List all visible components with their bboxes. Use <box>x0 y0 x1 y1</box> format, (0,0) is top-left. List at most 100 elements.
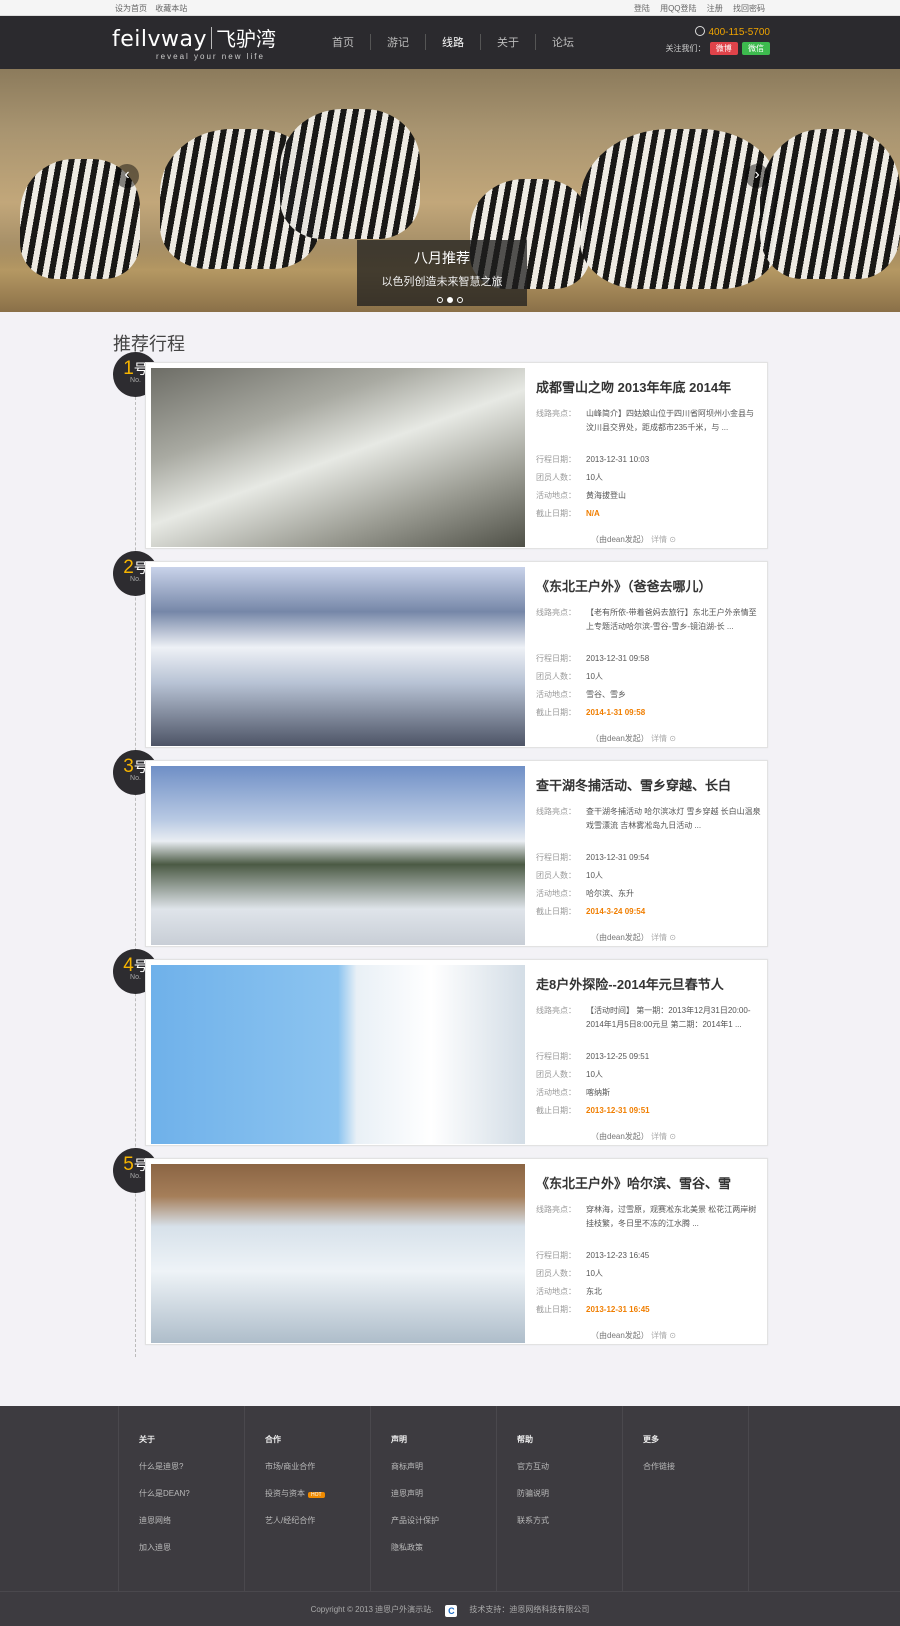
place-label: 活动地点： <box>536 690 576 699</box>
login-link[interactable]: 登陆 <box>634 4 650 13</box>
deadline-label: 截止日期： <box>536 907 576 916</box>
trip-highlight: 查干湖冬捕活动 哈尔滨冰灯 雪乡穿越 长白山温泉戏雪漂流 吉林雾凇岛九日活动 .… <box>586 807 761 830</box>
trip-deadline: N/A <box>586 509 600 518</box>
footer-link[interactable]: 艺人/经纪合作 <box>265 1515 370 1526</box>
trip-title[interactable]: 《东北王户外》哈尔滨、雪谷、雪 <box>536 1173 761 1199</box>
footer-link-text[interactable]: 市场/商业合作 <box>265 1462 315 1471</box>
footer-link-text[interactable]: 投资与资本 <box>265 1489 305 1498</box>
phone-icon <box>695 26 706 36</box>
logo-cn: 飞驴湾 <box>216 29 277 51</box>
footer-link-text[interactable]: 什么是迪恩? <box>139 1462 183 1471</box>
banner-dot-active[interactable] <box>447 297 453 303</box>
footer-link-text[interactable]: 加入迪恩 <box>139 1543 171 1552</box>
site-logo[interactable]: feilvway 飞驴湾 reveal your new life <box>112 23 277 61</box>
trip-title[interactable]: 查干湖冬捕活动、雪乡穿越、长白 <box>536 775 761 801</box>
hero-banner[interactable]: ‹ › 八月推荐 以色列创造未来智慧之旅 <box>0 69 900 312</box>
chevron-right-icon: ⊙ <box>669 734 676 743</box>
footer-link[interactable]: 投资与资本 HOT <box>265 1488 370 1499</box>
qq-login-link[interactable]: 用QQ登陆 <box>660 4 696 13</box>
trip-title[interactable]: 走8户外探险--2014年元旦春节人 <box>536 974 761 1000</box>
footer-link-text[interactable]: 防骗说明 <box>517 1489 549 1498</box>
trip-photo[interactable] <box>151 368 525 547</box>
footer-link-text[interactable]: 官方互动 <box>517 1462 549 1471</box>
trip-photo[interactable] <box>151 567 525 746</box>
banner-prev-button[interactable]: ‹ <box>115 164 139 188</box>
banner-dot[interactable] <box>457 297 463 303</box>
footer-link[interactable]: 联系方式 <box>517 1515 622 1526</box>
trip-card[interactable]: 成都雪山之吻 2013年年底 2014年 线路亮点： 山峰简介】四姑娘山位于四川省阿… <box>145 362 768 549</box>
trip-info: 《东北王户外》（爸爸去哪儿） 线路亮点： 【老有所依-带着爸妈去旅行】东北王户外亲情… <box>536 576 761 720</box>
footer-link[interactable]: 加入迪恩 <box>139 1542 244 1553</box>
trip-count-row: 团员人数： 10人 <box>536 471 761 485</box>
footer-link[interactable]: 防骗说明 <box>517 1488 622 1499</box>
weixin-button[interactable]: 微信 <box>742 42 770 55</box>
trip-detail-link[interactable]: 详情 <box>651 535 667 544</box>
trip-detail-link[interactable]: 详情 <box>651 1331 667 1340</box>
trip-highlight-row: 线路亮点： 【老有所依-带着爸妈去旅行】东北王户外亲情至上专题活动哈尔滨-雪谷-雪… <box>536 606 761 648</box>
footer-link[interactable]: 商标声明 <box>391 1461 496 1472</box>
trip-place: 喀纳斯 <box>586 1088 610 1097</box>
trip-highlight-row: 线路亮点： 查干湖冬捕活动 哈尔滨冰灯 雪乡穿越 长白山温泉戏雪漂流 吉林雾凇岛九… <box>536 805 761 847</box>
nav-routes[interactable]: 线路 <box>426 34 481 50</box>
nav-travelogue[interactable]: 游记 <box>371 34 426 50</box>
trip-title[interactable]: 成都雪山之吻 2013年年底 2014年 <box>536 377 761 403</box>
footer-link-text[interactable]: 艺人/经纪合作 <box>265 1516 315 1525</box>
footer-column-heading: 合作 <box>265 1435 281 1444</box>
footer-link-text[interactable]: 合作链接 <box>643 1462 675 1471</box>
forgot-password-link[interactable]: 找回密码 <box>733 4 765 13</box>
footer-link[interactable]: 迪恩网络 <box>139 1515 244 1526</box>
site-header: feilvway 飞驴湾 reveal your new life 首页 游记 线路关… <box>0 16 900 69</box>
footer-link-text[interactable]: 迪恩声明 <box>391 1489 423 1498</box>
footer-link[interactable]: 迪恩声明 <box>391 1488 496 1499</box>
banner-next-button[interactable]: › <box>745 164 769 188</box>
banner-dot[interactable] <box>437 297 443 303</box>
footer-link-text[interactable]: 迪恩网络 <box>139 1516 171 1525</box>
nav-home[interactable]: 首页 <box>316 34 371 50</box>
trip-deadline-row: 截止日期： 2014-1-31 09:58 <box>536 706 761 720</box>
footer-link[interactable]: 市场/商业合作 <box>265 1461 370 1472</box>
trip-title[interactable]: 《东北王户外》（爸爸去哪儿） <box>536 576 761 602</box>
banner-subtitle: 以色列创造未来智慧之旅 <box>381 276 503 288</box>
trip-card[interactable]: 走8户外探险--2014年元旦春节人 线路亮点： 【活动时间】 第一期：2013年1… <box>145 959 768 1146</box>
follow-us: 关注我们： 微博 微信 <box>666 42 770 55</box>
footer-link[interactable]: 产品设计保护 <box>391 1515 496 1526</box>
place-label: 活动地点： <box>536 1088 576 1097</box>
trip-card[interactable]: 《东北王户外》（爸爸去哪儿） 线路亮点： 【老有所依-带着爸妈去旅行】东北王户外亲情… <box>145 561 768 748</box>
hotline-number: 400-115-5700 <box>708 27 770 38</box>
trip-card[interactable]: 《东北王户外》哈尔滨、雪谷、雪 线路亮点： 穿林海，过雪原，观赛凇东北美景 松花江两… <box>145 1158 768 1345</box>
footer-link[interactable]: 什么是DEAN? <box>139 1488 244 1499</box>
footer-column: 合作市场/商业合作投资与资本 HOT 艺人/经纪合作 <box>244 1406 370 1591</box>
set-homepage-link[interactable]: 设为首页 <box>115 4 147 13</box>
footer-link-text[interactable]: 联系方式 <box>517 1516 549 1525</box>
footer-link-text[interactable]: 隐私政策 <box>391 1543 423 1552</box>
trip-detail-link[interactable]: 详情 <box>651 734 667 743</box>
trip-info: 《东北王户外》哈尔滨、雪谷、雪 线路亮点： 穿林海，过雪原，观赛凇东北美景 松花江两… <box>536 1173 761 1317</box>
footer-link[interactable]: 合作链接 <box>643 1461 748 1472</box>
register-link[interactable]: 注册 <box>707 4 723 13</box>
trip-number: 2 <box>123 557 134 578</box>
nav-about[interactable]: 关于 <box>481 34 536 50</box>
trip-number: 5 <box>123 1154 134 1175</box>
trip-photo[interactable] <box>151 965 525 1144</box>
logo-tagline: reveal your new life <box>156 52 265 61</box>
trip-date: 2013-12-31 09:54 <box>586 853 650 862</box>
trip-deadline: 2013-12-31 09:51 <box>586 1106 650 1115</box>
trip-photo[interactable] <box>151 766 525 945</box>
footer-link[interactable]: 官方互动 <box>517 1461 622 1472</box>
weibo-button[interactable]: 微博 <box>709 42 738 55</box>
footer-link[interactable]: 什么是迪恩? <box>139 1461 244 1472</box>
trip-place: 雪谷、雪乡 <box>586 690 626 699</box>
footer-link[interactable]: 隐私政策 <box>391 1542 496 1553</box>
trip-detail-link[interactable]: 详情 <box>651 933 667 942</box>
footer-link-text[interactable]: 商标声明 <box>391 1462 423 1471</box>
bookmark-link[interactable]: 收藏本站 <box>155 4 187 13</box>
trip-card[interactable]: 查干湖冬捕活动、雪乡穿越、长白线路亮点： 查干湖冬捕活动 哈尔滨冰灯 雪乡穿越 长… <box>145 760 768 947</box>
footer-link-text[interactable]: 产品设计保护 <box>391 1516 439 1525</box>
trip-detail-link[interactable]: 详情 <box>651 1132 667 1141</box>
trip-footer: （由dean发起） 详情 ⊙ <box>591 1330 676 1341</box>
footer-link-text[interactable]: 什么是DEAN? <box>139 1489 190 1498</box>
section-title: 推荐行程 <box>113 334 185 354</box>
trip-photo[interactable] <box>151 1164 525 1343</box>
topbar-right: 登陆 用QQ登陆 注册 找回密码 <box>626 3 765 14</box>
nav-forum[interactable]: 论坛 <box>536 34 590 50</box>
